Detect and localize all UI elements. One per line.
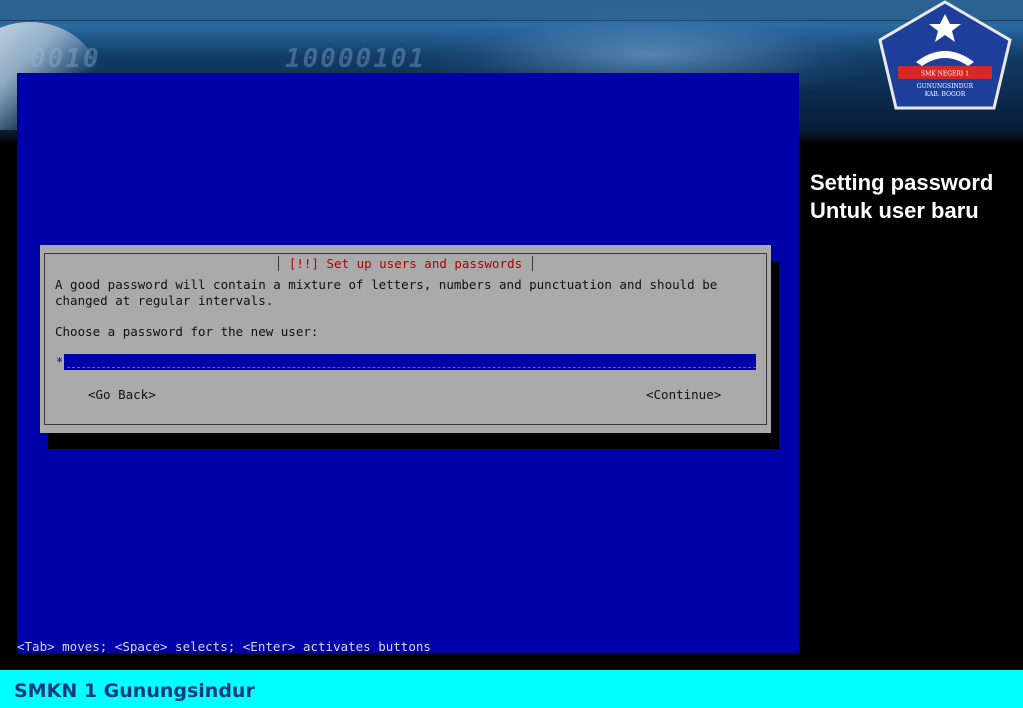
- password-input-underline: [67, 367, 756, 368]
- dialog-title: [!!] Set up users and passwords: [277, 256, 534, 271]
- slide-footer: SMKN 1 Gunungsindur: [0, 670, 1023, 708]
- password-masked-value: *: [55, 354, 64, 370]
- school-emblem-icon: SMK NEGERI 1 GUNUNGSINDUR KAB. BOGOR: [878, 0, 1012, 110]
- banner-binary-left: 0010: [30, 44, 101, 74]
- dialog-title-bar: [!!] Set up users and passwords: [45, 253, 766, 272]
- logo-line2: KAB. BOGOR: [925, 91, 966, 98]
- slide-caption: Setting password Untuk user baru: [810, 169, 1020, 225]
- continue-button[interactable]: <Continue>: [646, 387, 721, 402]
- logo-line1: GUNUNGSINDUR: [917, 83, 974, 90]
- footer-school-name: SMKN 1 Gunungsindur: [14, 680, 255, 702]
- caption-line-1: Setting password: [810, 170, 994, 195]
- keyboard-hint: <Tab> moves; <Space> selects; <Enter> ac…: [17, 639, 431, 654]
- message-line-1: A good password will contain a mixture o…: [55, 277, 718, 292]
- message-line-2: changed at regular intervals.: [55, 293, 274, 308]
- go-back-button[interactable]: <Go Back>: [88, 387, 156, 402]
- password-input[interactable]: *: [55, 354, 756, 370]
- password-prompt: Choose a password for the new user:: [55, 324, 319, 339]
- banner-binary-mid: 10000101: [285, 44, 427, 74]
- caption-line-2: Untuk user baru: [810, 198, 979, 223]
- dialog-message: A good password will contain a mixture o…: [55, 277, 717, 309]
- logo-ribbon-text: SMK NEGERI 1: [921, 71, 969, 78]
- setup-users-dialog: [!!] Set up users and passwords A good p…: [40, 245, 771, 433]
